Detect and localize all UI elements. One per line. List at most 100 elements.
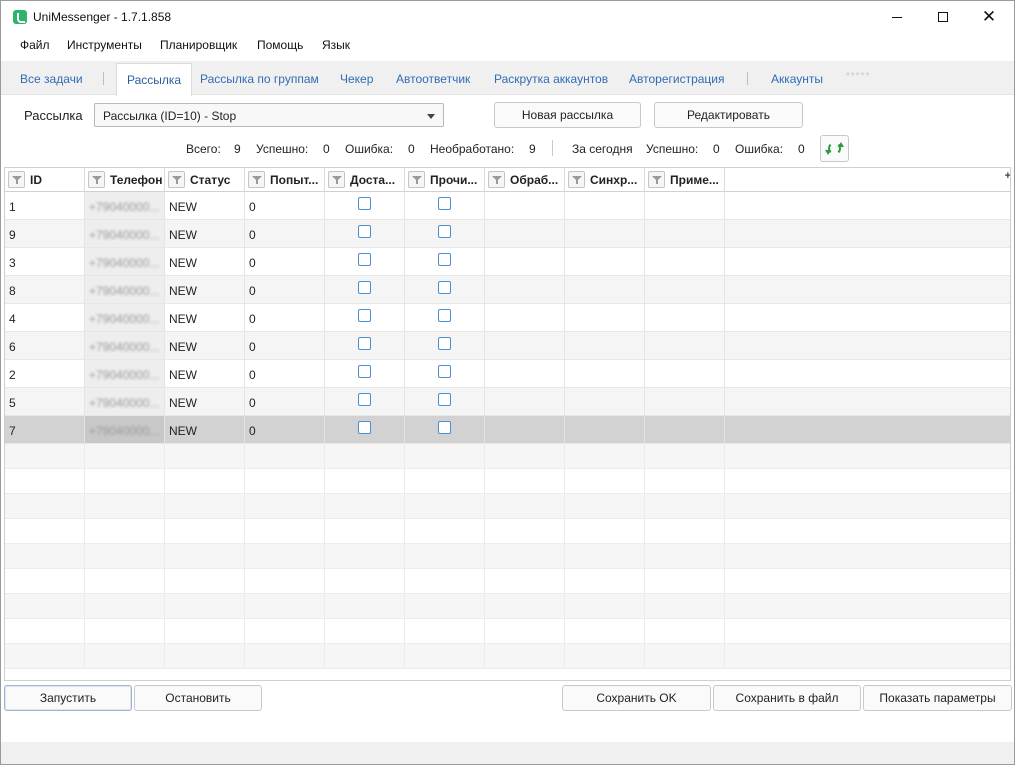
menu-scheduler[interactable]: Планировщик [160, 38, 237, 52]
app-window: UniMessenger - 1.7.1.858 ✕ Файл Инструме… [0, 0, 1015, 765]
tab-group-mailing[interactable]: Рассылка по группам [200, 72, 319, 86]
cell-phone: +79040000... [85, 248, 165, 275]
menu-help[interactable]: Помощь [257, 38, 303, 52]
read-checkbox[interactable] [438, 281, 451, 294]
column-header-delivered[interactable]: Доста... [325, 168, 405, 192]
empty-cell [565, 544, 645, 568]
empty-cell [85, 644, 165, 668]
show-parameters-button[interactable]: Показать параметры [863, 685, 1012, 711]
read-checkbox[interactable] [438, 365, 451, 378]
menu-tools[interactable]: Инструменты [67, 38, 142, 52]
menu-language[interactable]: Язык [322, 38, 350, 52]
read-checkbox[interactable] [438, 421, 451, 434]
delivered-checkbox[interactable] [358, 253, 371, 266]
delivered-checkbox[interactable] [358, 197, 371, 210]
close-button[interactable]: ✕ [966, 1, 1012, 33]
filter-icon[interactable] [488, 171, 505, 188]
filter-icon[interactable] [248, 171, 265, 188]
read-checkbox[interactable] [438, 197, 451, 210]
cell-sync [565, 304, 645, 331]
save-to-file-button[interactable]: Сохранить в файл [713, 685, 861, 711]
filter-icon[interactable] [8, 171, 25, 188]
table-row[interactable]: 7 +79040000... NEW 0 [5, 416, 1010, 444]
cell-phone-text: +79040000... [89, 396, 160, 410]
column-header-phone[interactable]: Телефон [85, 168, 165, 192]
table-row[interactable]: 5 +79040000... NEW 0 [5, 388, 1010, 416]
delivered-checkbox[interactable] [358, 337, 371, 350]
tab-checker[interactable]: Чекер [340, 72, 373, 86]
delivered-checkbox[interactable] [358, 365, 371, 378]
tab-autoregistration[interactable]: Авторегистрация [629, 72, 725, 86]
empty-cell [5, 544, 85, 568]
read-checkbox[interactable] [438, 253, 451, 266]
empty-cell [325, 569, 405, 593]
grid-body: 1 +79040000... NEW 0 9 +79040000... NEW 0 3 +7904… [5, 192, 1010, 680]
empty-cell [485, 444, 565, 468]
stat-total-value: 9 [234, 142, 241, 156]
cell-id-text: 5 [9, 396, 16, 410]
column-header-id[interactable]: ID [5, 168, 85, 192]
empty-cell [565, 569, 645, 593]
filter-icon[interactable] [328, 171, 345, 188]
add-column-button[interactable]: + [1005, 170, 1010, 182]
read-checkbox[interactable] [438, 393, 451, 406]
menu-file[interactable]: Файл [20, 38, 50, 52]
save-ok-button[interactable]: Сохранить OK [562, 685, 711, 711]
tab-autoresponder[interactable]: Автоответчик [396, 72, 470, 86]
filter-icon[interactable] [568, 171, 585, 188]
table-row[interactable]: 6 +79040000... NEW 0 [5, 332, 1010, 360]
cell-id: 4 [5, 304, 85, 331]
tab-all-tasks[interactable]: Все задачи [20, 72, 83, 86]
empty-row [5, 569, 1010, 594]
table-row[interactable]: 9 +79040000... NEW 0 [5, 220, 1010, 248]
column-header-processed[interactable]: Обраб... [485, 168, 565, 192]
filter-icon[interactable] [168, 171, 185, 188]
tab-mailing[interactable]: Рассылка [116, 63, 193, 96]
delivered-checkbox[interactable] [358, 281, 371, 294]
cell-processed [485, 388, 565, 415]
tab-account-promotion[interactable]: Раскрутка аккаунтов [494, 72, 608, 86]
cell-status: NEW [165, 332, 245, 359]
read-checkbox[interactable] [438, 309, 451, 322]
column-header-read[interactable]: Прочи... [405, 168, 485, 192]
empty-cell [645, 494, 725, 518]
read-checkbox[interactable] [438, 337, 451, 350]
refresh-button[interactable] [820, 135, 849, 162]
tab-accounts[interactable]: Аккаунты [771, 72, 823, 86]
empty-cell [485, 544, 565, 568]
cell-sync [565, 220, 645, 247]
edit-button[interactable]: Редактировать [654, 102, 803, 128]
cell-read [405, 332, 485, 359]
read-checkbox[interactable] [438, 225, 451, 238]
delivered-checkbox[interactable] [358, 421, 371, 434]
table-row[interactable]: 8 +79040000... NEW 0 [5, 276, 1010, 304]
delivered-checkbox[interactable] [358, 309, 371, 322]
column-header-status[interactable]: Статус [165, 168, 245, 192]
stat-today-success-value: 0 [713, 142, 720, 156]
table-row[interactable]: 4 +79040000... NEW 0 [5, 304, 1010, 332]
stat-unprocessed-value: 9 [529, 142, 536, 156]
delivered-checkbox[interactable] [358, 393, 371, 406]
table-row[interactable]: 3 +79040000... NEW 0 [5, 248, 1010, 276]
cell-notes [645, 360, 725, 387]
delivered-checkbox[interactable] [358, 225, 371, 238]
filter-icon[interactable] [408, 171, 425, 188]
filter-icon[interactable] [88, 171, 105, 188]
cell-delivered [325, 416, 405, 443]
column-header-notes[interactable]: Приме... [645, 168, 725, 192]
stop-button[interactable]: Остановить [134, 685, 262, 711]
empty-cell [325, 594, 405, 618]
column-header-attempts[interactable]: Попыт... [245, 168, 325, 192]
table-row[interactable]: 2 +79040000... NEW 0 [5, 360, 1010, 388]
tab-hidden-more[interactable]: ***** [846, 71, 870, 82]
campaign-select[interactable]: Рассылка (ID=10) - Stop [94, 103, 444, 127]
maximize-button[interactable] [920, 1, 966, 33]
column-header-sync[interactable]: Синхр... [565, 168, 645, 192]
start-button[interactable]: Запустить [4, 685, 132, 711]
empty-cell [325, 544, 405, 568]
new-mailing-button[interactable]: Новая рассылка [494, 102, 641, 128]
minimize-button[interactable] [874, 1, 920, 33]
cell-read [405, 304, 485, 331]
filter-icon[interactable] [648, 171, 665, 188]
table-row[interactable]: 1 +79040000... NEW 0 [5, 192, 1010, 220]
